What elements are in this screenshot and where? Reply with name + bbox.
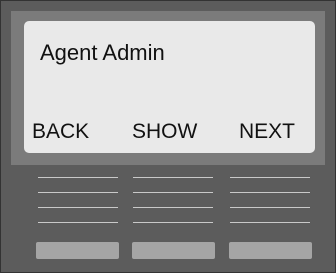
label-line (133, 222, 213, 223)
softkey-next-label[interactable]: NEXT (239, 120, 295, 144)
label-line (133, 177, 213, 178)
softkey-label-lines-2 (133, 177, 213, 237)
label-line (133, 192, 213, 193)
softkey-button-back[interactable] (36, 242, 119, 259)
softkey-label-lines-3 (230, 177, 310, 237)
label-line (38, 192, 118, 193)
label-line (230, 177, 310, 178)
label-line (38, 222, 118, 223)
softkey-button-show[interactable] (132, 242, 215, 259)
softkey-show-label[interactable]: SHOW (132, 120, 197, 144)
lcd-screen: Agent Admin BACK SHOW NEXT (24, 21, 315, 153)
softkey-label-lines-1 (38, 177, 118, 237)
label-line (230, 207, 310, 208)
label-line (38, 207, 118, 208)
label-line (230, 222, 310, 223)
softkey-button-next[interactable] (229, 242, 312, 259)
phone-device: Agent Admin BACK SHOW NEXT (0, 0, 336, 273)
softkey-back-label[interactable]: BACK (32, 120, 89, 144)
label-line (38, 177, 118, 178)
screen-title: Agent Admin (40, 40, 165, 65)
label-line (230, 192, 310, 193)
label-line (133, 207, 213, 208)
